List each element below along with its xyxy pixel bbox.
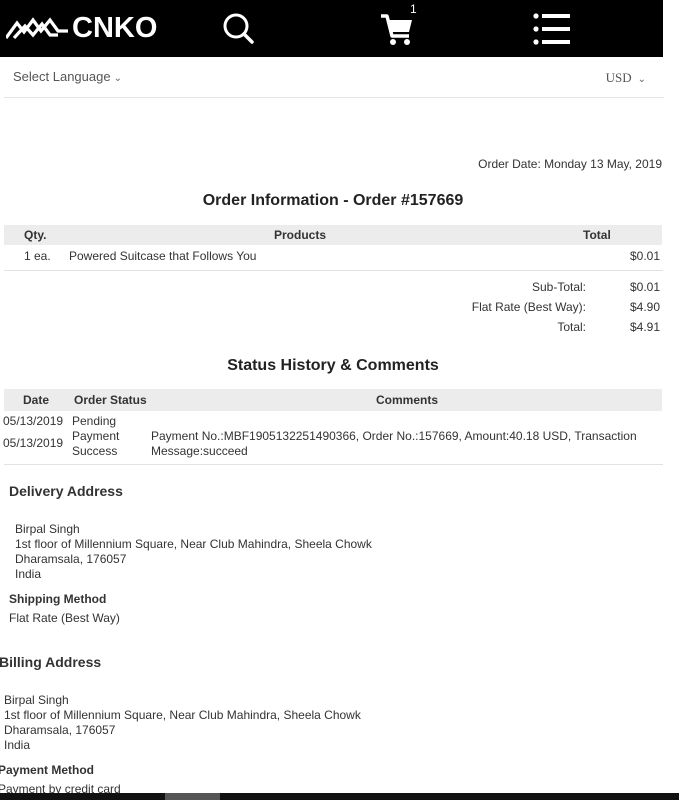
address-line: India [15, 567, 42, 581]
brand-name: CNKO [72, 12, 158, 44]
column-header-date: Date [23, 393, 50, 407]
shipping-cost-value: $4.90 [629, 300, 660, 314]
history-date: 05/13/2019 [3, 436, 64, 450]
language-selector[interactable]: Select Language ⌄ [13, 69, 122, 84]
item-product: Powered Suitcase that Follows You [69, 249, 257, 263]
cart-button[interactable] [378, 10, 418, 50]
history-table-header: Date Order Status Comments [4, 389, 662, 411]
order-date: Order Date: Monday 13 May, 2019 [478, 157, 662, 171]
address-line: India [4, 738, 31, 752]
products-table-header: Qty. Products Total [4, 225, 662, 245]
history-comment: Payment No.:MBF1905132251490366, Order N… [151, 429, 637, 443]
cart-count-badge: 1 [410, 2, 417, 16]
address-line: Birpal Singh [4, 693, 69, 707]
chevron-down-icon: ⌄ [113, 73, 122, 84]
search-button[interactable] [220, 11, 256, 47]
bottom-scroll-strip [0, 793, 679, 800]
total-label: Total: [557, 320, 586, 334]
menu-button[interactable] [533, 12, 571, 46]
brand-logo[interactable]: CNKO [6, 12, 157, 44]
column-header-products: Products [274, 228, 327, 242]
history-comment-line2: Message:succeed [151, 444, 248, 458]
item-total: $0.01 [629, 249, 660, 263]
address-line: 1st floor of Millennium Square, Near Clu… [15, 537, 372, 551]
divider [4, 270, 663, 271]
currency-label: USD [605, 70, 632, 85]
delivery-address: Birpal Singh 1st floor of Millennium Squ… [15, 522, 372, 582]
delivery-address-title: Delivery Address [9, 483, 123, 499]
subtotal-value: $0.01 [629, 280, 660, 294]
subtotal-label: Sub-Total: [531, 280, 586, 294]
language-currency-bar: Select Language ⌄ USD ⌄ [4, 60, 664, 98]
shipping-method-title: Shipping Method [9, 592, 107, 606]
history-date: 05/13/2019 [3, 414, 64, 428]
search-icon [223, 13, 254, 44]
billing-address-title: Billing Address [0, 654, 102, 670]
history-status: Pending [72, 414, 117, 428]
item-qty: 1 ea. [24, 249, 51, 263]
order-title: Order Information - Order #157669 [202, 192, 464, 209]
address-line: Dharamsala, 176057 [4, 723, 116, 737]
payment-method-title: Payment Method [0, 763, 95, 777]
column-header-order-status: Order Status [74, 393, 147, 407]
column-header-comments: Comments [376, 393, 439, 407]
address-line: Birpal Singh [15, 522, 80, 536]
cnko-logo-icon [6, 17, 68, 39]
chevron-down-icon: ⌄ [637, 74, 646, 85]
menu-icon [533, 13, 570, 45]
cart-icon [381, 14, 412, 45]
language-label: Select Language [13, 69, 111, 84]
currency-selector[interactable]: USD ⌄ [606, 70, 646, 86]
history-status: Payment [72, 429, 120, 443]
top-navbar: CNKO 1 [0, 0, 663, 57]
billing-address: Birpal Singh 1st floor of Millennium Squ… [4, 693, 361, 753]
shipping-cost-label: Flat Rate (Best Way): [471, 300, 586, 314]
divider [4, 464, 663, 465]
address-line: 1st floor of Millennium Square, Near Clu… [4, 708, 361, 722]
shipping-method-value: Flat Rate (Best Way) [9, 611, 120, 625]
total-value: $4.91 [629, 320, 660, 334]
status-history-title: Status History & Comments [227, 357, 439, 374]
address-line: Dharamsala, 176057 [15, 552, 127, 566]
column-header-total: Total [583, 228, 611, 242]
column-header-qty: Qty. [24, 228, 47, 242]
history-status-line2: Success [72, 444, 118, 458]
